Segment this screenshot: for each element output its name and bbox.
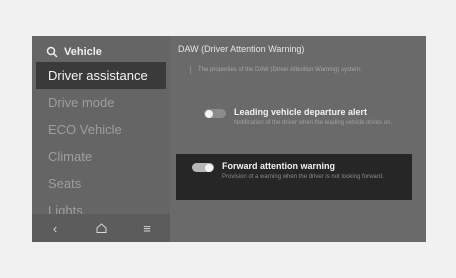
sidebar-item-eco-vehicle[interactable]: ECO Vehicle: [32, 116, 170, 143]
option-forward-attention-warning[interactable]: Forward attention warning Provision of a…: [176, 154, 412, 200]
toggle-knob: [205, 109, 213, 118]
search-header[interactable]: Vehicle: [46, 42, 102, 62]
option-label: Forward attention warning: [222, 161, 336, 171]
option-description: Provision of a warning when the driver i…: [222, 174, 384, 180]
bottom-navigation-bar: ‹ ≡: [32, 214, 170, 242]
sidebar-item-drive-mode[interactable]: Drive mode: [32, 89, 170, 116]
sidebar-item-climate[interactable]: Climate: [32, 143, 170, 170]
search-icon: [46, 46, 58, 58]
toggle-knob: [205, 163, 213, 172]
toggle-switch-off[interactable]: [204, 109, 226, 118]
option-description: Notification of the driver when the lead…: [234, 120, 393, 126]
toggle-switch-on[interactable]: [192, 163, 214, 172]
home-icon[interactable]: [87, 221, 115, 236]
search-label: Vehicle: [64, 46, 102, 58]
page-title: DAW (Driver Attention Warning): [178, 44, 305, 54]
settings-panel: DAW (Driver Attention Warning) The prope…: [170, 36, 426, 242]
sidebar: Vehicle Driver assistance Drive mode ECO…: [32, 36, 170, 242]
menu-icon[interactable]: ≡: [133, 221, 161, 236]
infotainment-screen: Vehicle Driver assistance Drive mode ECO…: [32, 36, 426, 242]
back-icon[interactable]: ‹: [41, 221, 69, 236]
sidebar-menu: Driver assistance Drive mode ECO Vehicle…: [32, 62, 170, 224]
sidebar-item-seats[interactable]: Seats: [32, 170, 170, 197]
option-label: Leading vehicle departure alert: [234, 107, 368, 117]
panel-description: The properties of the DAW (Driver Attent…: [190, 66, 398, 74]
sidebar-item-driver-assistance[interactable]: Driver assistance: [36, 62, 166, 89]
